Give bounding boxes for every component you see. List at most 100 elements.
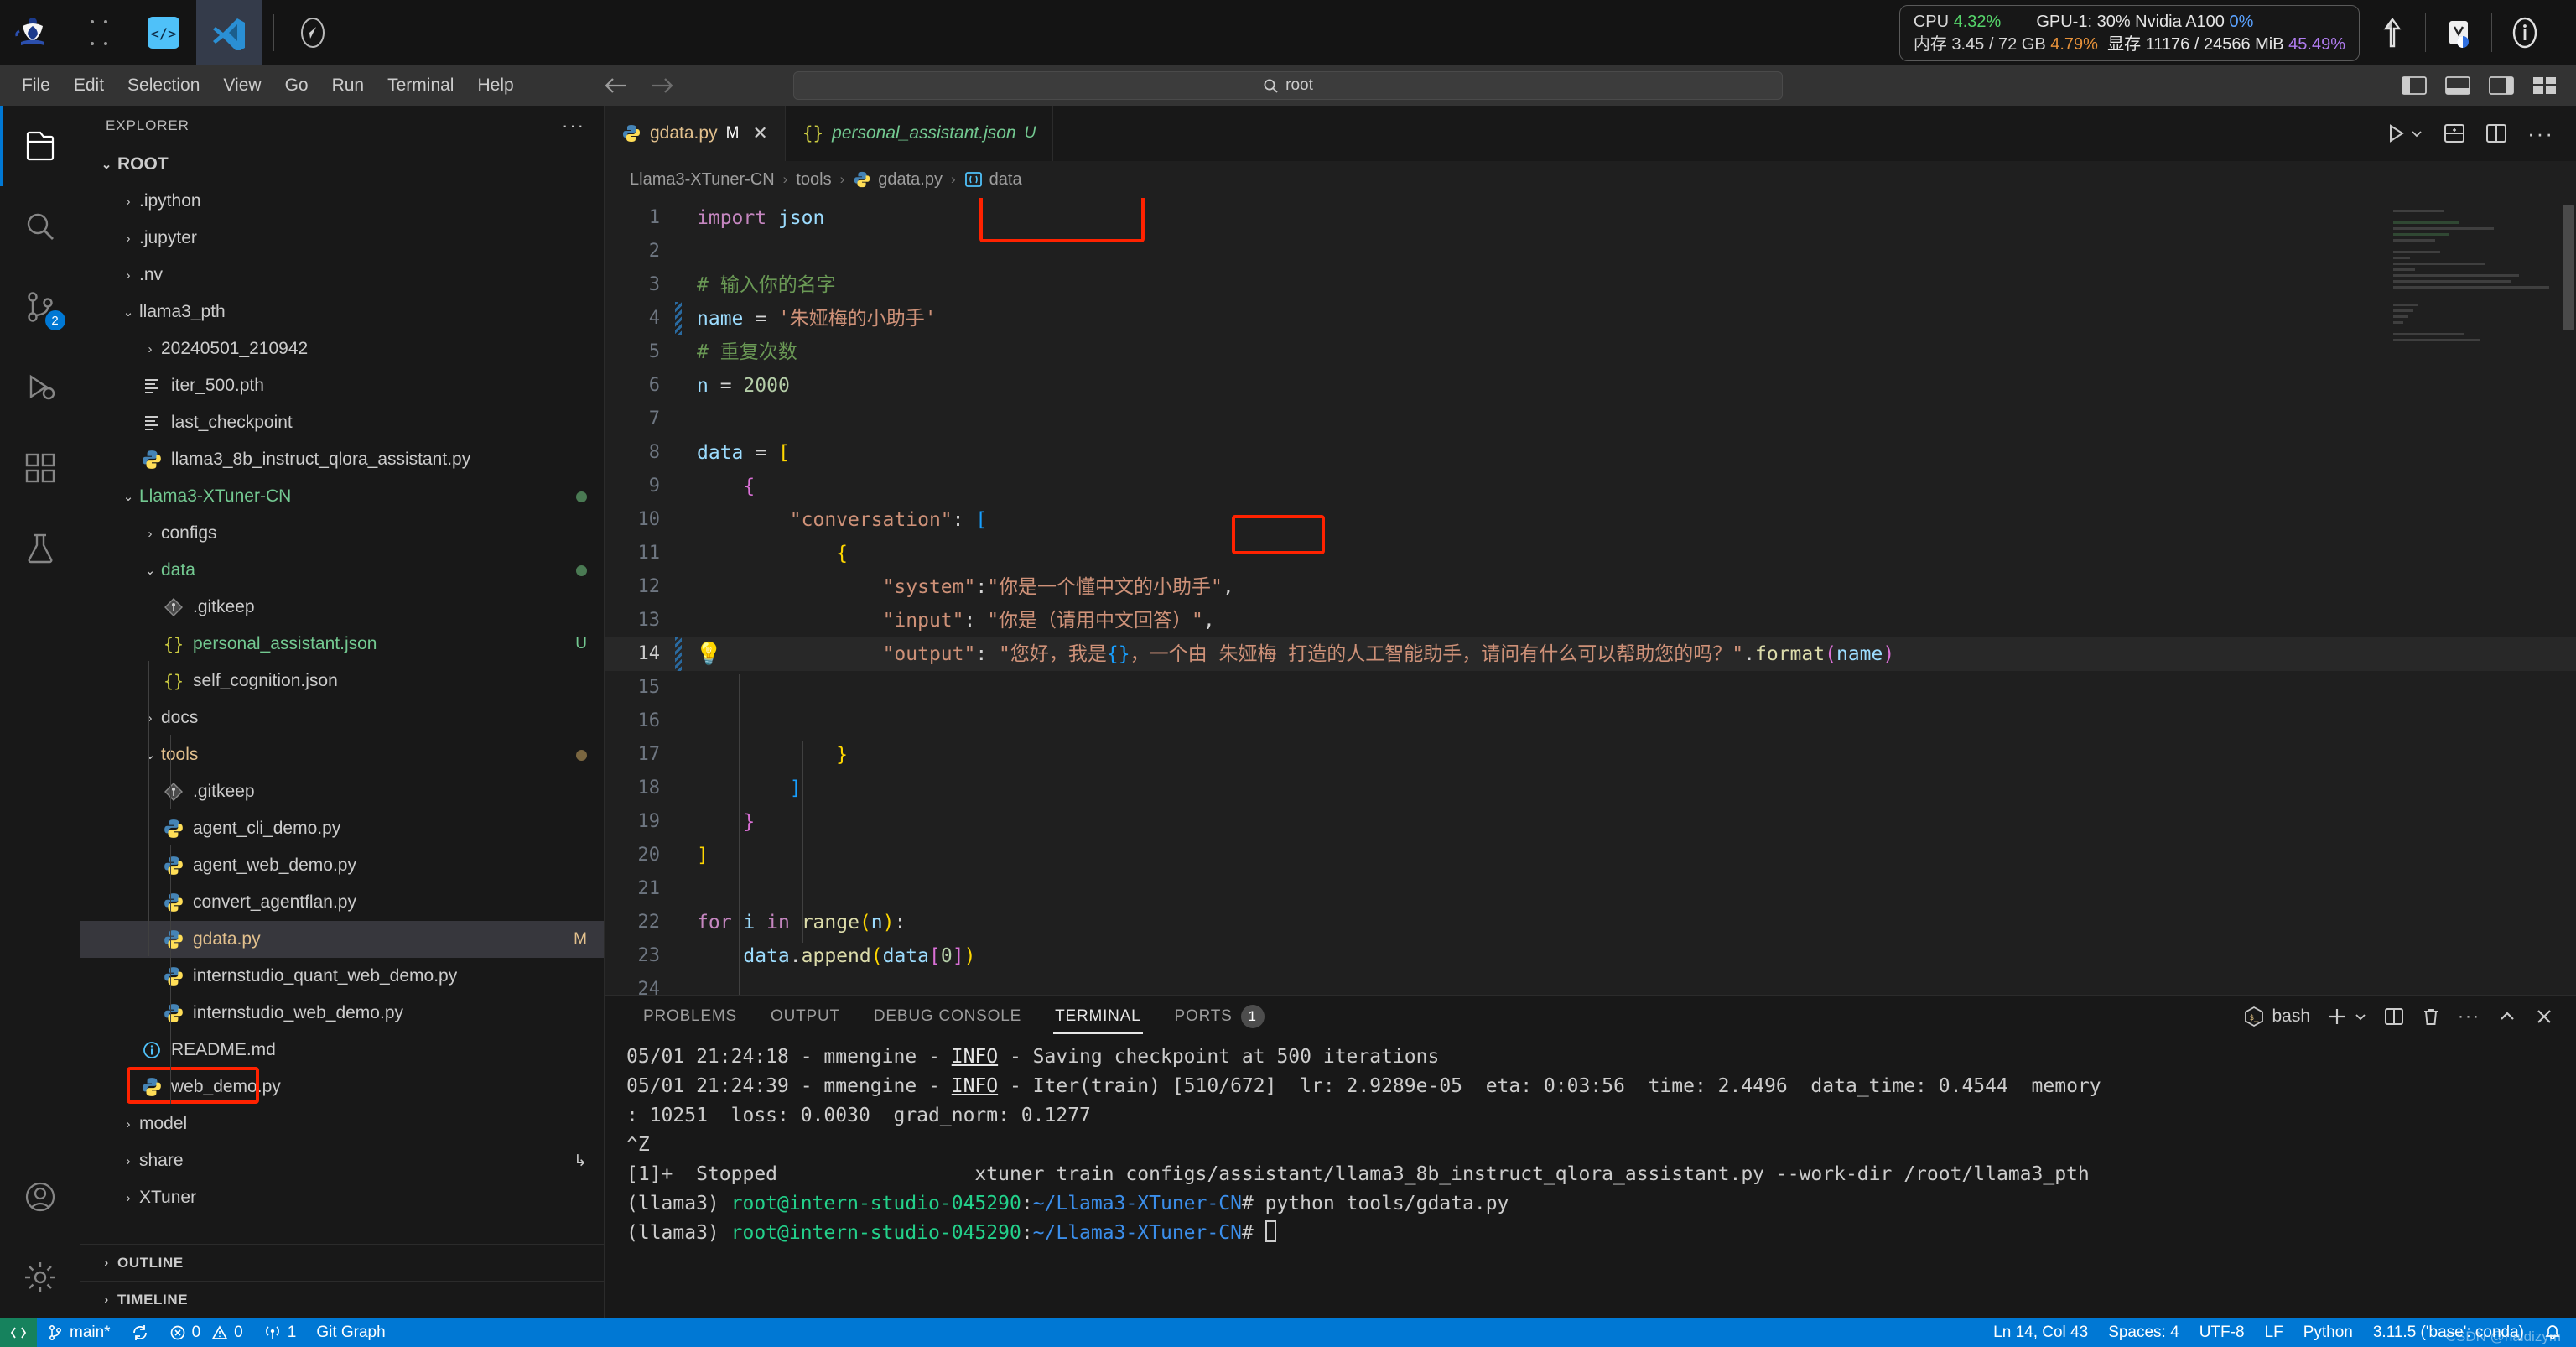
tree-item-agent-web-demo-py[interactable]: agent_web_demo.py	[80, 847, 604, 884]
tree-item-xtuner[interactable]: › XTuner	[80, 1179, 604, 1216]
tree-item--nv[interactable]: › .nv	[80, 257, 604, 294]
section-outline[interactable]: › OUTLINE	[80, 1244, 604, 1281]
tree-item-configs[interactable]: › configs	[80, 515, 604, 552]
tree-item-llama3-xtuner-cn[interactable]: ⌄ Llama3-XTuner-CN	[80, 478, 604, 515]
breadcrumb-item-file[interactable]: gdata.py	[853, 170, 943, 190]
menu-help[interactable]: Help	[465, 65, 525, 106]
tree-item-llama3-8b-instruct-qlora-assistant-py[interactable]: llama3_8b_instruct_qlora_assistant.py	[80, 441, 604, 478]
tree-item-gdata-py[interactable]: gdata.py M	[80, 921, 604, 958]
breadcrumb-item-tools[interactable]: tools	[796, 170, 831, 190]
terminal-shell-indicator[interactable]: $_ bash	[2243, 1006, 2310, 1027]
encoding[interactable]: UTF-8	[2189, 1318, 2255, 1347]
section-timeline[interactable]: › TIMELINE	[80, 1281, 604, 1318]
menu-view[interactable]: View	[211, 65, 273, 106]
tree-item-personal-assistant-json[interactable]: {} personal_assistant.json U	[80, 626, 604, 663]
tree-item-convert-agentflan-py[interactable]: convert_agentflan.py	[80, 884, 604, 921]
eol[interactable]: LF	[2255, 1318, 2293, 1347]
menu-selection[interactable]: Selection	[116, 65, 211, 106]
forward-arrow-icon[interactable]	[650, 75, 675, 96]
editor-scrollbar[interactable]	[2561, 198, 2576, 995]
sidebar-item-run-debug[interactable]	[0, 347, 80, 428]
tree-item-web-demo-py[interactable]: web_demo.py	[80, 1069, 604, 1105]
new-terminal-icon[interactable]	[2327, 1006, 2367, 1027]
tree-item-20240501-210942[interactable]: › 20240501_210942	[80, 330, 604, 367]
menu-edit[interactable]: Edit	[62, 65, 116, 106]
tree-item-self-cognition-json[interactable]: {} self_cognition.json	[80, 663, 604, 700]
close-icon[interactable]: ✕	[752, 122, 767, 144]
toggle-secondary-sidebar-icon[interactable]	[2489, 75, 2514, 96]
breadcrumb-item-symbol[interactable]: data	[964, 170, 1022, 190]
extension-icon[interactable]	[2426, 16, 2491, 49]
quick-fix-lightbulb-icon[interactable]: 💡	[695, 637, 722, 671]
tree-item-last-checkpoint[interactable]: last_checkpoint	[80, 404, 604, 441]
tab-problems[interactable]: PROBLEMS	[626, 996, 754, 1038]
indentation[interactable]: Spaces: 4	[2098, 1318, 2189, 1347]
terminal-output[interactable]: 05/01 21:24:18 - mmengine - INFO - Savin…	[605, 1038, 2576, 1318]
toggle-panel-icon[interactable]	[2445, 75, 2470, 96]
remote-indicator[interactable]	[0, 1318, 37, 1347]
tree-item-data[interactable]: ⌄ data	[80, 552, 604, 589]
toggle-primary-sidebar-icon[interactable]	[2402, 75, 2427, 96]
tree-item-readme-md[interactable]: README.md	[80, 1032, 604, 1069]
sync-changes[interactable]	[121, 1318, 159, 1347]
editor-position[interactable]: Ln 14, Col 43	[1983, 1318, 2098, 1347]
tree-item-model[interactable]: › model	[80, 1105, 604, 1142]
tab-terminal[interactable]: TERMINAL	[1038, 996, 1157, 1038]
git-branch[interactable]: main*	[37, 1318, 121, 1347]
git-graph-button[interactable]: Git Graph	[306, 1318, 395, 1347]
split-editor-down-icon[interactable]	[2444, 122, 2465, 144]
tab-output[interactable]: OUTPUT	[754, 996, 857, 1038]
minimap[interactable]	[2393, 210, 2561, 345]
command-center-search[interactable]: root	[793, 71, 1783, 100]
tree-item-internstudio-web-demo-py[interactable]: internstudio_web_demo.py	[80, 995, 604, 1032]
jupyter-logo-icon[interactable]	[0, 0, 65, 65]
tree-item-llama3-pth[interactable]: ⌄ llama3_pth	[80, 294, 604, 330]
explorer-more-actions-icon[interactable]: ···	[562, 115, 585, 137]
menu-go[interactable]: Go	[273, 65, 320, 106]
tree-root[interactable]: ⌄ ROOT	[80, 146, 604, 183]
vscode-logo-icon[interactable]	[196, 0, 262, 65]
tree-item-tools[interactable]: ⌄ tools	[80, 736, 604, 773]
run-python-file-icon[interactable]	[2385, 122, 2423, 144]
tab-personal-assistant-json[interactable]: {} personal_assistant.json U	[785, 106, 1054, 161]
accounts-button[interactable]	[0, 1157, 80, 1237]
language-mode[interactable]: Python	[2293, 1318, 2363, 1347]
sidebar-item-extensions[interactable]	[0, 428, 80, 508]
back-arrow-icon[interactable]	[603, 75, 628, 96]
menu-run[interactable]: Run	[320, 65, 377, 106]
compass-icon[interactable]	[286, 0, 340, 65]
split-terminal-icon[interactable]	[2384, 1006, 2404, 1027]
tree-item-internstudio-quant-web-demo-py[interactable]: internstudio_quant_web_demo.py	[80, 958, 604, 995]
sidebar-item-explorer[interactable]	[0, 106, 80, 186]
info-icon[interactable]	[2492, 15, 2558, 50]
tree-item-agent-cli-demo-py[interactable]: agent_cli_demo.py	[80, 810, 604, 847]
close-panel-icon[interactable]	[2534, 1006, 2554, 1027]
conda-logo-icon[interactable]	[65, 0, 131, 65]
ports-forwarded[interactable]: 1	[253, 1318, 307, 1347]
kill-terminal-icon[interactable]	[2421, 1006, 2441, 1027]
tree-item--gitkeep[interactable]: .gitkeep	[80, 773, 604, 810]
split-editor-right-icon[interactable]	[2485, 122, 2507, 144]
tree-item-share[interactable]: › share ↳	[80, 1142, 604, 1179]
menu-file[interactable]: File	[10, 65, 62, 106]
customize-layout-icon[interactable]	[2532, 75, 2558, 96]
tree-item--ipython[interactable]: › .ipython	[80, 183, 604, 220]
errors-warnings[interactable]: 0 0	[159, 1318, 253, 1347]
settings-gear-icon[interactable]	[0, 1237, 80, 1318]
tree-item-iter-500-pth[interactable]: iter_500.pth	[80, 367, 604, 404]
tree-item--gitkeep[interactable]: .gitkeep	[80, 589, 604, 626]
tree-item--jupyter[interactable]: › .jupyter	[80, 220, 604, 257]
more-actions-icon[interactable]: ···	[2527, 121, 2554, 147]
maximize-panel-icon[interactable]	[2497, 1006, 2517, 1027]
menu-terminal[interactable]: Terminal	[376, 65, 465, 106]
panel-more-actions-icon[interactable]: ···	[2458, 1006, 2480, 1027]
tab-gdata-py[interactable]: gdata.py M ✕	[605, 106, 786, 161]
tree-item-docs[interactable]: › docs	[80, 700, 604, 736]
sidebar-item-search[interactable]	[0, 186, 80, 267]
upload-icon[interactable]	[2360, 16, 2425, 49]
tab-debug-console[interactable]: DEBUG CONSOLE	[857, 996, 1038, 1038]
breadcrumb-item-project[interactable]: Llama3-XTuner-CN	[630, 170, 775, 190]
code-editor[interactable]: 1 import json 2 3 # 输入你的名字 4 name = '朱娅梅的小助手' 5…	[605, 198, 2576, 995]
tab-ports[interactable]: PORTS 1	[1158, 996, 1281, 1038]
sidebar-item-source-control[interactable]: 2	[0, 267, 80, 347]
